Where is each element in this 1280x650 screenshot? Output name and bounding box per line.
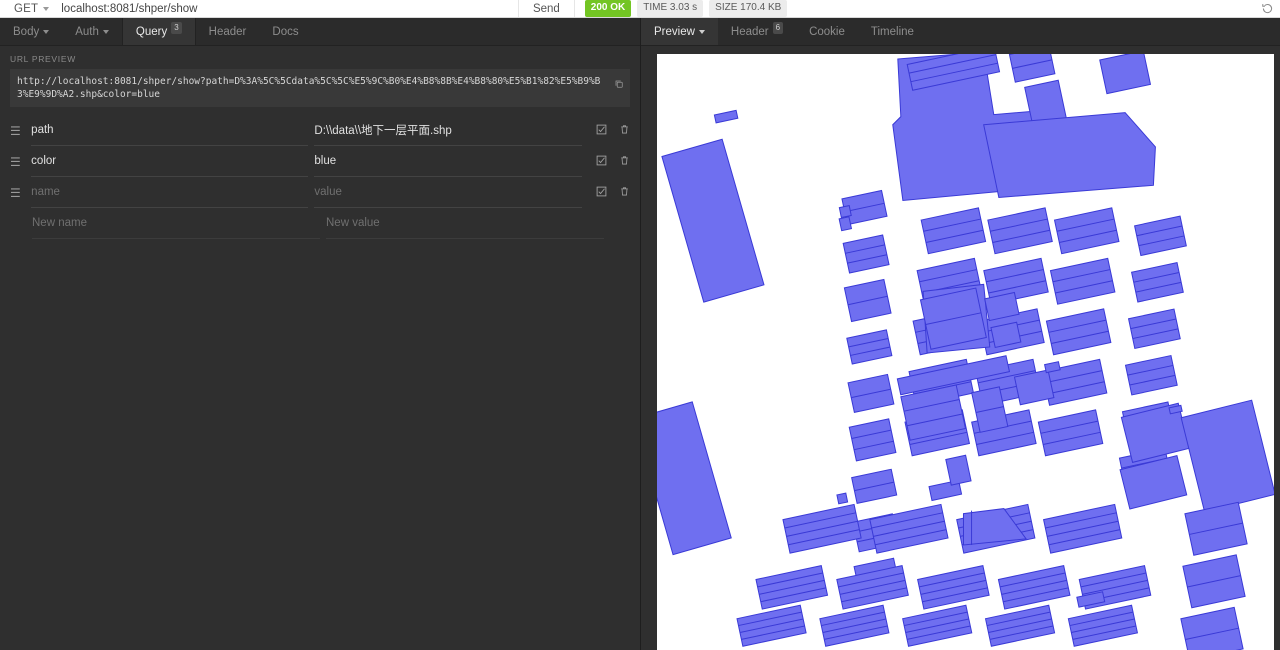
param-value-value: D:\\data\\地下一层平面.shp [314,125,452,137]
response-pane: Preview Header 6 Cookie Timeline [641,18,1280,650]
chevron-down-icon [43,29,50,34]
tab-timeline[interactable]: Timeline [858,18,927,45]
tab-body[interactable]: Body [0,18,62,45]
tab-preview[interactable]: Preview [641,18,718,45]
delete-row-trash-icon[interactable] [619,184,630,202]
http-method-selector[interactable]: GET [0,0,59,17]
new-param-row[interactable]: New name New value [10,208,630,239]
api-client-window: GET localhost:8081/shper/show Send 200 O… [0,0,1280,650]
tab-docs-label: Docs [272,25,299,38]
tab-docs[interactable]: Docs [259,18,311,45]
param-name-value: path [31,124,54,136]
send-button-label: Send [532,2,560,15]
row-actions [596,153,630,171]
tab-response-header-label: Header [730,25,769,38]
copy-icon[interactable] [614,76,624,94]
url-preview-section: URL PREVIEW http://localhost:8081/shper/… [0,46,640,111]
param-name-value: color [31,155,57,167]
tab-response-header-badge: 6 [772,21,784,34]
tab-cookie[interactable]: Cookie [796,18,858,45]
table-row[interactable]: ☰ color blue [10,146,630,177]
shapefile-map-canvas[interactable] [657,54,1274,650]
param-value-input[interactable]: blue [314,146,582,177]
query-params-table: ☰ path D:\\data\\地下一层平面.shp ☰ color blue… [0,111,640,239]
param-name-input[interactable]: path [31,115,309,146]
request-pane: Body Auth Query 3 Header Docs URL PREVIE… [0,18,641,650]
new-param-name-placeholder: New name [32,217,87,229]
tab-header-label: Header [208,25,247,38]
tab-header[interactable]: Header [196,18,260,45]
status-code: 200 [590,2,608,13]
chevron-down-icon [698,29,705,34]
status-text: OK [610,2,626,13]
param-value-input[interactable]: value [314,177,582,208]
tab-preview-label: Preview [654,25,695,38]
tab-auth-label: Auth [75,25,99,38]
param-name-placeholder: name [31,186,60,198]
param-enabled-checkbox[interactable] [596,153,607,171]
preview-body [641,46,1280,650]
response-tabstrip: Preview Header 6 Cookie Timeline [641,18,1280,46]
param-value-value: blue [314,155,337,167]
time-badge: TIME 3.03 s [637,0,704,17]
drag-handle-icon[interactable]: ☰ [10,155,31,169]
new-param-value-placeholder: New value [326,217,380,229]
row-actions [596,184,630,202]
url-preview-box: http://localhost:8081/shper/show?path=D%… [10,69,630,107]
param-value-input[interactable]: D:\\data\\地下一层平面.shp [314,115,582,146]
tab-query-badge: 3 [171,21,182,34]
tab-auth[interactable]: Auth [62,18,122,45]
url-preview-label: URL PREVIEW [10,54,76,64]
param-enabled-checkbox[interactable] [596,122,607,140]
table-row[interactable]: ☰ name value [10,177,630,208]
drag-handle-icon[interactable]: ☰ [10,124,31,138]
tab-query[interactable]: Query 3 [121,18,196,45]
tab-body-label: Body [13,25,40,38]
main-split: Body Auth Query 3 Header Docs URL PREVIE… [0,18,1280,650]
chevron-down-icon [43,6,50,11]
param-name-input[interactable]: name [31,177,309,208]
new-param-value-input[interactable]: New value [326,208,604,239]
response-status-area: 200 OK TIME 3.03 s SIZE 170.4 KB [573,0,798,17]
tab-query-label: Query [135,25,168,38]
param-enabled-checkbox[interactable] [596,184,607,202]
table-row[interactable]: ☰ path D:\\data\\地下一层平面.shp [10,115,630,146]
url-preview-text: http://localhost:8081/shper/show?path=D%… [17,76,601,100]
delete-row-trash-icon[interactable] [619,153,630,171]
delete-row-trash-icon[interactable] [619,122,630,140]
tab-cookie-label: Cookie [809,25,845,38]
shapefile-polygons [657,54,1274,650]
row-actions [596,122,630,140]
url-input[interactable]: localhost:8081/shper/show [59,0,518,17]
status-badge: 200 OK [584,0,632,17]
url-input-value: localhost:8081/shper/show [61,2,198,15]
send-button[interactable]: Send [517,0,574,17]
tab-response-header[interactable]: Header 6 [718,18,796,45]
new-param-name-input[interactable]: New name [32,208,320,239]
http-method-label: GET [14,2,39,15]
tab-timeline-label: Timeline [870,25,914,38]
param-value-placeholder: value [314,186,342,198]
size-badge: SIZE 170.4 KB [709,0,788,17]
param-name-input[interactable]: color [31,146,309,177]
request-url-bar: GET localhost:8081/shper/show Send 200 O… [0,0,1280,18]
drag-handle-icon[interactable]: ☰ [10,186,31,200]
request-tabstrip: Body Auth Query 3 Header Docs [0,18,640,46]
history-icon[interactable] [1254,0,1280,17]
chevron-down-icon [102,29,109,34]
